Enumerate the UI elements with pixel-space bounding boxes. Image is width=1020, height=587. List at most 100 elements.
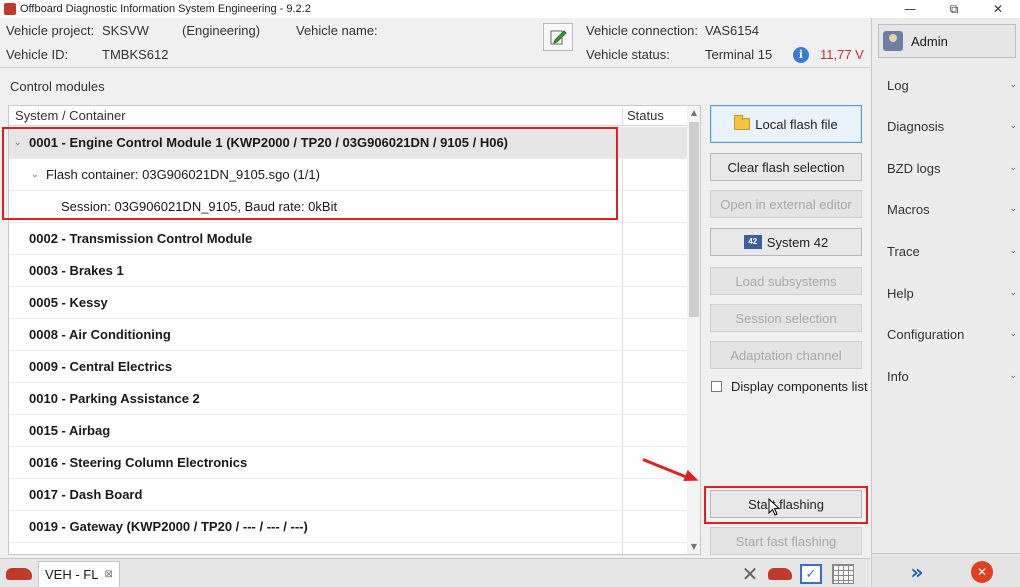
table-row[interactable]: 0016 - Steering Column Electronics <box>9 447 687 479</box>
window-controls: — ⧉ ✕ <box>888 0 1020 18</box>
sidebar-item-bzd-logs[interactable]: BZD logs ⌄ <box>887 158 1017 178</box>
table-row[interactable]: 0017 - Dash Board <box>9 479 687 511</box>
table-row[interactable]: 0009 - Central Electrics <box>9 351 687 383</box>
display-components-label: Display components list <box>731 379 868 394</box>
sidebar-item-info[interactable]: Info ⌄ <box>887 366 1017 386</box>
sidebar-item-diagnosis[interactable]: Diagnosis ⌄ <box>887 116 1017 136</box>
tools-icon[interactable]: ✕ <box>738 562 762 586</box>
chevron-down-icon: ⌄ <box>1009 288 1017 298</box>
open-external-editor-button[interactable]: Open in external editor <box>710 190 862 218</box>
sidebar-item-label: Help <box>887 285 914 301</box>
row-text: 0002 - Transmission Control Module <box>29 231 253 246</box>
chevron-down-icon: ⌄ <box>1009 246 1017 256</box>
window-title: Offboard Diagnostic Information System E… <box>20 3 311 15</box>
load-subsystems-button[interactable]: Load subsystems <box>710 267 862 295</box>
row-text: 0010 - Parking Assistance 2 <box>29 391 200 406</box>
row-text: 0008 - Air Conditioning <box>29 327 171 342</box>
close-window-button[interactable]: ✕ <box>976 0 1020 18</box>
scroll-down-icon[interactable]: ▼ <box>687 540 700 554</box>
row-text: 0005 - Kessy <box>29 295 108 310</box>
tab-close-icon[interactable]: ⊠ <box>104 569 112 580</box>
user-icon <box>883 31 903 51</box>
vehicle-project-mode: (Engineering) <box>182 23 261 38</box>
minimize-button[interactable]: — <box>888 0 932 18</box>
folder-icon <box>734 115 751 130</box>
vehicle-icon[interactable] <box>768 564 792 584</box>
table-row[interactable]: 0008 - Air Conditioning <box>9 319 687 351</box>
system42-button[interactable]: 42 System 42 <box>710 228 862 256</box>
row-text: 0016 - Steering Column Electronics <box>29 455 248 470</box>
sidebar: Admin Log ⌄ Diagnosis ⌄ BZD logs ⌄ Macros ⌄ … <box>871 18 1020 587</box>
sidebar-item-label: Diagnosis <box>887 118 945 134</box>
table-header: System / Container Status <box>9 106 687 126</box>
chevron-down-icon: ⌄ <box>1009 371 1017 381</box>
vehicle-id-label: Vehicle ID: <box>6 47 69 62</box>
row-text: 0017 - Dash Board <box>29 487 143 502</box>
sidebar-item-trace[interactable]: Trace ⌄ <box>887 241 1017 261</box>
vehicle-status-value: Terminal 15 <box>705 47 773 62</box>
table-row[interactable]: 0005 - Kessy <box>9 287 687 319</box>
checklist-icon[interactable]: ✓ <box>800 564 822 584</box>
column-header-system[interactable]: System / Container <box>15 108 126 123</box>
table-row[interactable]: 0002 - Transmission Control Module <box>9 223 687 255</box>
chevron-down-icon: ⌄ <box>1009 329 1017 339</box>
exit-button[interactable]: ✕ <box>967 560 997 584</box>
scroll-up-icon[interactable]: ▲ <box>687 106 700 120</box>
chevron-down-icon: ⌄ <box>1009 80 1017 90</box>
row-text: 0009 - Central Electrics <box>29 359 173 374</box>
tab-label: VEH - FL <box>45 567 99 582</box>
vehicle-header: Vehicle project: SKSVW (Engineering) Veh… <box>0 18 870 68</box>
table-row[interactable]: 0019 - Gateway (KWP2000 / TP20 / --- / -… <box>9 511 687 543</box>
table-row[interactable]: 0015 - Airbag <box>9 415 687 447</box>
vehicle-project-value: SKSVW <box>102 23 149 38</box>
app-icon <box>4 3 16 15</box>
clear-flash-selection-button[interactable]: Clear flash selection <box>710 153 862 181</box>
button-label: Local flash file <box>755 116 838 132</box>
scrollbar-thumb[interactable] <box>689 122 699 317</box>
column-header-status[interactable]: Status <box>627 108 664 123</box>
sidebar-item-label: Trace <box>887 243 920 259</box>
info-icon[interactable]: i <box>793 47 809 63</box>
chevron-down-icon: ⌄ <box>1009 121 1017 131</box>
row-text: 0003 - Brakes 1 <box>29 263 124 278</box>
sidebar-item-label: BZD logs <box>887 160 941 176</box>
vehicle-id-value: TMBKS612 <box>102 47 169 62</box>
sidebar-footer: » ✕ <box>872 553 1020 587</box>
title-bar: Offboard Diagnostic Information System E… <box>0 0 1020 18</box>
tab-veh-fl[interactable]: VEH - FL ⊠ <box>38 561 120 587</box>
start-fast-flashing-button[interactable]: Start fast flashing <box>710 527 862 555</box>
sidebar-item-log[interactable]: Log ⌄ <box>887 75 1017 95</box>
sidebar-item-configuration[interactable]: Configuration ⌄ <box>887 324 1017 344</box>
sidebar-item-label: Info <box>887 368 909 384</box>
table-scrollbar[interactable]: ▲ ▼ <box>687 106 700 554</box>
sidebar-item-help[interactable]: Help ⌄ <box>887 283 1017 303</box>
restore-button[interactable]: ⧉ <box>932 0 976 18</box>
close-icon: ✕ <box>971 561 993 583</box>
vehicle-connection-value: VAS6154 <box>705 23 759 38</box>
adaptation-channel-button[interactable]: Adaptation channel <box>710 341 862 369</box>
highlight-box-start-flashing <box>704 486 868 524</box>
control-modules-label: Control modules <box>10 79 105 94</box>
admin-button[interactable]: Admin <box>878 24 1016 58</box>
edit-vehicle-button[interactable] <box>543 23 573 51</box>
battery-voltage: 11,77 V <box>820 47 864 62</box>
display-components-checkbox[interactable] <box>711 381 722 392</box>
local-flash-file-button[interactable]: Local flash file <box>710 105 862 143</box>
mouse-cursor-icon <box>768 498 780 516</box>
sidebar-item-label: Configuration <box>887 326 965 342</box>
vehicle-name-label: Vehicle name: <box>296 23 378 38</box>
vehicle-status-label: Vehicle status: <box>586 47 670 62</box>
row-text: 0019 - Gateway (KWP2000 / TP20 / --- / -… <box>29 519 308 534</box>
forward-button[interactable]: » <box>902 560 932 584</box>
table-row[interactable]: 0003 - Brakes 1 <box>9 255 687 287</box>
admin-label: Admin <box>911 33 948 49</box>
sidebar-item-macros[interactable]: Macros ⌄ <box>887 199 1017 219</box>
button-label: System 42 <box>766 234 829 250</box>
vehicle-project-label: Vehicle project: <box>6 23 95 38</box>
bottom-tab-bar: VEH - FL ⊠ ✕ ✓ <box>0 558 870 587</box>
session-selection-button[interactable]: Session selection <box>710 304 862 332</box>
grid-icon[interactable] <box>832 564 854 584</box>
table-row[interactable]: 0010 - Parking Assistance 2 <box>9 383 687 415</box>
sidebar-item-label: Log <box>887 77 909 93</box>
car-icon <box>6 568 32 580</box>
